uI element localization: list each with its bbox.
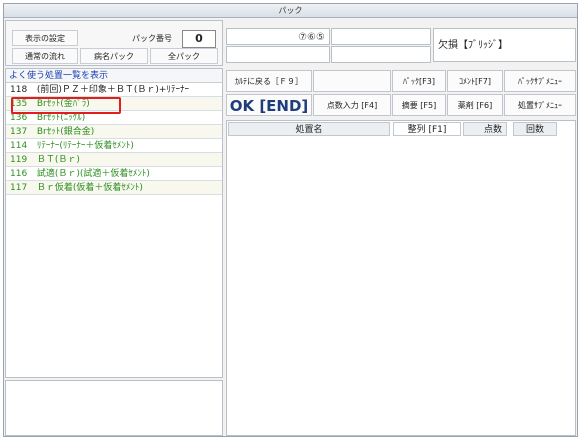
ok-end-button[interactable]: OK [END]	[226, 94, 312, 116]
back-to-chart-button[interactable]: ｶﾙﾃに戻る［Ｆ９］	[226, 70, 312, 92]
list-item-label: Brｾｯﾄ(ﾆｯｹﾙ)	[36, 113, 86, 123]
comment-f7-button[interactable]: ｺﾒﾝﾄ[F7]	[447, 70, 503, 92]
control-box: 表示の設定 パック番号 0 通常の流れ 病名パック 全パック	[5, 20, 223, 66]
list-item-code: 114	[10, 141, 28, 151]
drug-f6-button[interactable]: 薬剤 [F6]	[447, 94, 503, 116]
pack-window: パック 表示の設定 パック番号 0 通常の流れ 病名パック 全パック よく使う処…	[3, 3, 578, 437]
window-title: パック	[4, 4, 577, 18]
list-item[interactable]: 137 Brｾｯﾄ(銀合金)	[6, 125, 222, 139]
column-points-header[interactable]: 点数	[463, 122, 507, 136]
list-item[interactable]: 117 Ｂｒ仮着(仮着＋仮着ｾﾒﾝﾄ)	[6, 181, 222, 195]
detail-panel	[5, 380, 223, 436]
list-item-code: 118	[10, 85, 28, 95]
disease-pack-button[interactable]: 病名パック	[80, 48, 148, 64]
missing-teeth-field: 欠損【ﾌﾞﾘｯｼﾞ】	[433, 28, 576, 62]
shortcut-list-header[interactable]: よく使う処置一覧を表示	[6, 69, 222, 83]
right-panel: ⑦⑥⑤ 欠損【ﾌﾞﾘｯｼﾞ】 ｶﾙﾃに戻る［Ｆ９］ ﾊﾟｯｸ[F3] ｺﾒﾝﾄ[…	[226, 20, 576, 436]
circled-teeth-value: ⑦⑥⑤	[298, 32, 325, 43]
points-input-button[interactable]: 点数入力 [F4]	[313, 94, 391, 116]
list-item-label: (前回)ＰＺ＋印象＋ＢＴ(Ｂｒ)+ﾘﾃｰﾅｰ	[36, 85, 189, 95]
table-header: 処置名 整列 [F1] 点数 回数	[227, 121, 575, 137]
list-item-code: 116	[10, 169, 28, 179]
treatment-table: 処置名 整列 [F1] 点数 回数	[226, 120, 576, 436]
left-panel: 表示の設定 パック番号 0 通常の流れ 病名パック 全パック よく使う処置一覧を…	[5, 20, 223, 436]
teeth-field-3	[226, 46, 330, 63]
list-item-code: 119	[10, 155, 28, 165]
pack-number-field[interactable]: 0	[182, 30, 216, 48]
treatment-sub-menu-button[interactable]: 処置ｻﾌﾞﾒﾆｭｰ	[504, 94, 576, 116]
blank-button	[313, 70, 391, 92]
list-item-label: Brｾｯﾄ(銀合金)	[36, 127, 95, 137]
sort-f1-button[interactable]: 整列 [F1]	[393, 122, 461, 136]
column-count-header[interactable]: 回数	[513, 122, 557, 136]
list-item-label: Ｂｒ仮着(仮着＋仮着ｾﾒﾝﾄ)	[36, 183, 143, 193]
list-item-label: ＢＴ(Ｂｒ)	[36, 155, 80, 165]
list-item-label: 試適(Ｂｒ)(試適＋仮着ｾﾒﾝﾄ)	[36, 169, 150, 179]
pack-sub-menu-button[interactable]: ﾊﾟｯｸｻﾌﾞﾒﾆｭｰ	[504, 70, 576, 92]
list-item-code: 137	[10, 127, 28, 137]
pack-f3-button[interactable]: ﾊﾟｯｸ[F3]	[392, 70, 446, 92]
column-name-header[interactable]: 処置名	[228, 122, 390, 136]
list-item-code: 117	[10, 183, 28, 193]
list-item[interactable]: 118 (前回)ＰＺ＋印象＋ＢＴ(Ｂｒ)+ﾘﾃｰﾅｰ	[6, 83, 222, 97]
teeth-field-4	[331, 46, 431, 63]
list-item-label: ﾘﾃｰﾅｰ(ﾘﾃｰﾅｰ＋仮着ｾﾒﾝﾄ)	[36, 141, 134, 151]
all-pack-button[interactable]: 全パック	[150, 48, 218, 64]
button-row-2: OK [END] 点数入力 [F4] 摘要 [F5] 薬剤 [F6] 処置ｻﾌﾞ…	[226, 94, 576, 118]
normal-flow-button[interactable]: 通常の流れ	[12, 48, 78, 64]
summary-f5-button[interactable]: 摘要 [F5]	[392, 94, 446, 116]
shortcut-list-panel: よく使う処置一覧を表示 118 (前回)ＰＺ＋印象＋ＢＴ(Ｂｒ)+ﾘﾃｰﾅｰ 1…	[5, 68, 223, 378]
circled-teeth-field: ⑦⑥⑤	[226, 28, 330, 45]
button-row-1: ｶﾙﾃに戻る［Ｆ９］ ﾊﾟｯｸ[F3] ｺﾒﾝﾄ[F7] ﾊﾟｯｸｻﾌﾞﾒﾆｭｰ	[226, 70, 576, 94]
display-settings-button[interactable]: 表示の設定	[12, 30, 78, 46]
list-item[interactable]: 114 ﾘﾃｰﾅｰ(ﾘﾃｰﾅｰ＋仮着ｾﾒﾝﾄ)	[6, 139, 222, 153]
list-item[interactable]: 116 試適(Ｂｒ)(試適＋仮着ｾﾒﾝﾄ)	[6, 167, 222, 181]
list-item[interactable]: 119 ＢＴ(Ｂｒ)	[6, 153, 222, 167]
teeth-field-2	[331, 28, 431, 45]
highlight-box	[11, 97, 121, 114]
pack-number-label: パック番号	[132, 34, 172, 43]
